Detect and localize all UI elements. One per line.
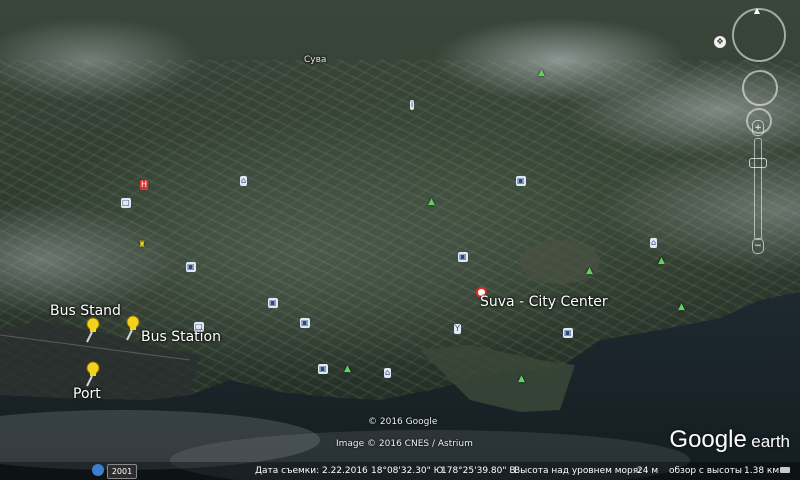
imagery-credit-text: Image © 2016 CNES / Astrium <box>336 439 473 449</box>
reset-view-button[interactable]: ✥ <box>714 36 726 48</box>
logo-google-text: Google <box>669 426 747 453</box>
lodging-icon[interactable]: ▣ <box>563 328 573 338</box>
google-earth-logo: Google earth <box>669 426 790 454</box>
bar-icon[interactable]: Y <box>454 324 461 334</box>
transit-icon[interactable]: ♜ <box>138 240 146 250</box>
park-icon[interactable]: ▲ <box>518 374 525 384</box>
building-icon[interactable]: □ <box>121 198 131 208</box>
longitude-readout: 178°25'39.80" В <box>441 466 516 476</box>
museum-icon[interactable]: ⌂ <box>650 238 658 248</box>
zoom-slider-handle[interactable] <box>749 158 767 168</box>
lodging-icon[interactable]: ▣ <box>516 176 526 186</box>
status-bar: 2001 Дата съемки: 2.22.2016 18°08'32.30"… <box>0 462 800 480</box>
museum-icon[interactable]: ⌂ <box>240 176 248 186</box>
globe-icon <box>92 464 104 476</box>
park-icon[interactable]: ▲ <box>538 68 545 78</box>
placemark-label-port[interactable]: Port <box>73 386 101 402</box>
zoom-in-button[interactable]: + <box>752 120 764 136</box>
historical-imagery-button[interactable]: 2001 <box>107 464 137 479</box>
logo-earth-text: earth <box>751 432 790 451</box>
capture-date: Дата съемки: 2.22.2016 <box>255 466 368 476</box>
lodging-icon[interactable]: ▣ <box>300 318 310 328</box>
hotel-icon[interactable]: H <box>140 180 149 190</box>
copyright-text: © 2016 Google <box>368 417 438 427</box>
park-icon[interactable]: ▲ <box>586 266 593 276</box>
navigation-controls: ▲ ✥ + − <box>714 6 790 258</box>
park-icon[interactable]: ▲ <box>428 197 435 207</box>
eye-altitude-label: обзор с высоты <box>669 466 742 476</box>
pushpin-icon[interactable] <box>84 360 104 388</box>
info-icon[interactable]: i <box>410 100 415 110</box>
park-icon[interactable]: ▲ <box>678 302 685 312</box>
placemark-label-bus-stand[interactable]: Bus Stand <box>50 303 121 319</box>
park-icon[interactable]: ▲ <box>658 256 665 266</box>
sea-area <box>0 240 800 480</box>
lodging-icon[interactable]: ▣ <box>186 262 196 272</box>
look-joystick[interactable] <box>732 8 786 62</box>
map-viewport[interactable]: Сува ▲ ▲ ▲ ▲ ▲ ▲ ▲ H ⌂ ⌂ ⌂ □ □ ▣ ▣ ▣ ▣ ▣… <box>0 0 800 480</box>
museum-icon[interactable]: ⌂ <box>384 368 392 378</box>
pushpin-icon[interactable] <box>84 316 104 344</box>
lodging-icon[interactable]: ▣ <box>268 298 278 308</box>
latitude-readout: 18°08'32.30" Ю <box>371 466 444 476</box>
lodging-icon[interactable]: ▣ <box>318 364 328 374</box>
city-center-label[interactable]: Suva - City Center <box>480 294 608 310</box>
park-icon[interactable]: ▲ <box>344 364 351 374</box>
streaming-indicator-icon <box>780 467 790 473</box>
zoom-out-button[interactable]: − <box>752 238 764 254</box>
region-label[interactable]: Сува <box>304 55 326 65</box>
placemark-label-bus-station[interactable]: Bus Station <box>141 329 221 345</box>
elevation-label: Высота над уровнем моря: <box>514 466 642 476</box>
move-joystick[interactable] <box>742 70 778 106</box>
eye-altitude-value: 1.38 км <box>744 466 780 476</box>
zoom-slider[interactable] <box>754 138 762 240</box>
compass-north-icon[interactable]: ▲ <box>752 6 762 16</box>
elevation-value: 24 м <box>637 466 659 476</box>
lodging-icon[interactable]: ▣ <box>458 252 468 262</box>
